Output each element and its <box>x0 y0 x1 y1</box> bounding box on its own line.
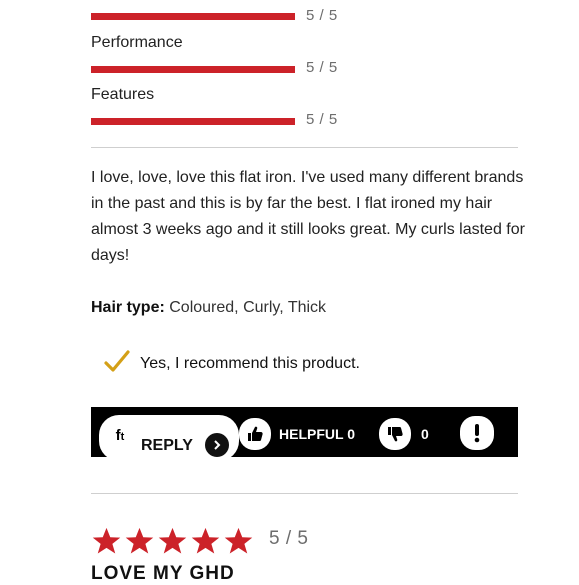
divider <box>91 147 518 148</box>
reply-label: REPLY <box>141 437 193 454</box>
helpful-button[interactable]: HELPFUL 0 <box>279 426 355 442</box>
rating-value-features: 5 / 5 <box>306 111 338 128</box>
rating-value: 5 / 5 <box>306 7 338 24</box>
review-action-bar: ft REPLY HELPFUL 0 0 <box>91 407 518 461</box>
thumbs-down-icon[interactable] <box>379 418 411 450</box>
check-icon <box>104 349 130 380</box>
reply-button[interactable]: ft REPLY <box>99 415 239 461</box>
divider <box>91 493 518 494</box>
star-icon <box>157 526 188 556</box>
facebook-icon[interactable]: ft <box>105 421 135 451</box>
rating-bar-overall <box>91 13 295 20</box>
rating-bar-performance <box>91 66 295 73</box>
chevron-right-icon <box>203 431 231 459</box>
star-icon <box>190 526 221 556</box>
review-title: LOVE MY GHD <box>91 563 235 584</box>
rating-bar-features <box>91 118 295 125</box>
review-body: I love, love, love this flat iron. I've … <box>91 169 525 264</box>
rating-label-features: Features <box>91 86 155 103</box>
recommendation: Yes, I recommend this product. <box>104 349 360 380</box>
not-helpful-count[interactable]: 0 <box>421 426 429 442</box>
recommend-text: Yes, I recommend this product. <box>140 355 360 372</box>
hair-type-label: Hair type: <box>91 299 165 316</box>
hair-type-value: Coloured, Curly, Thick <box>169 299 327 316</box>
rating-value-performance: 5 / 5 <box>306 59 338 76</box>
review-rating-value: 5 / 5 <box>269 528 309 549</box>
hair-type: Hair type: Coloured, Curly, Thick <box>91 299 326 317</box>
star-rating <box>91 526 254 556</box>
thumbs-up-icon[interactable] <box>239 418 271 450</box>
exclamation-icon[interactable] <box>460 416 494 450</box>
rating-label-performance: Performance <box>91 34 183 51</box>
star-icon <box>223 526 254 556</box>
star-icon <box>91 526 122 556</box>
star-icon <box>124 526 155 556</box>
